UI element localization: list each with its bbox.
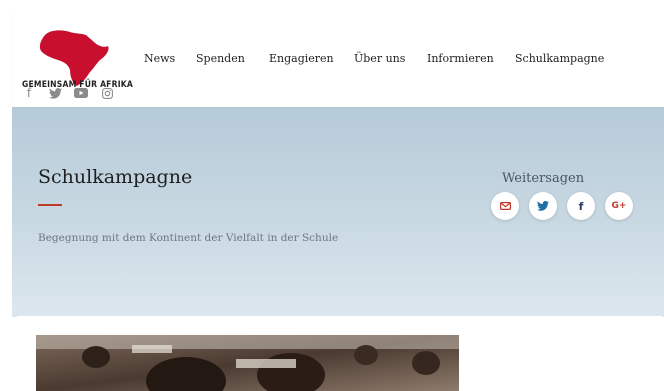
site-logo[interactable]: GEMEINSAM FÜR AFRIKA [12, 26, 133, 90]
nav-item-news[interactable]: News [144, 52, 175, 65]
share-label: Weitersagen [502, 171, 585, 186]
page-title: Schulkampagne [38, 166, 193, 188]
nav-item-informieren[interactable]: Informieren [427, 52, 494, 65]
share-facebook-button[interactable]: f [567, 192, 595, 220]
share-email-button[interactable] [491, 192, 519, 220]
classroom-photo [36, 335, 459, 391]
twitter-icon[interactable] [48, 86, 62, 100]
nav-item-ueber-uns[interactable]: Über uns [354, 52, 405, 65]
instagram-icon[interactable] [100, 86, 114, 100]
facebook-icon: f [578, 199, 584, 213]
googleplus-icon: G+ [611, 201, 627, 211]
hero-banner [12, 107, 664, 317]
nav-item-spenden[interactable]: Spenden [196, 52, 245, 65]
email-icon [499, 202, 511, 210]
social-links: f [22, 86, 114, 100]
youtube-icon[interactable] [74, 86, 88, 100]
facebook-icon[interactable]: f [22, 86, 36, 100]
share-twitter-button[interactable] [529, 192, 557, 220]
nav-item-engagieren[interactable]: Engagieren [269, 52, 334, 65]
title-divider [38, 204, 62, 206]
twitter-icon [537, 201, 549, 211]
nav-item-schulkampagne[interactable]: Schulkampagne [515, 52, 604, 65]
africa-map-logo [39, 30, 109, 86]
share-googleplus-button[interactable]: G+ [605, 192, 633, 220]
page-subtitle: Begegnung mit dem Kontinent der Vielfalt… [38, 232, 339, 244]
